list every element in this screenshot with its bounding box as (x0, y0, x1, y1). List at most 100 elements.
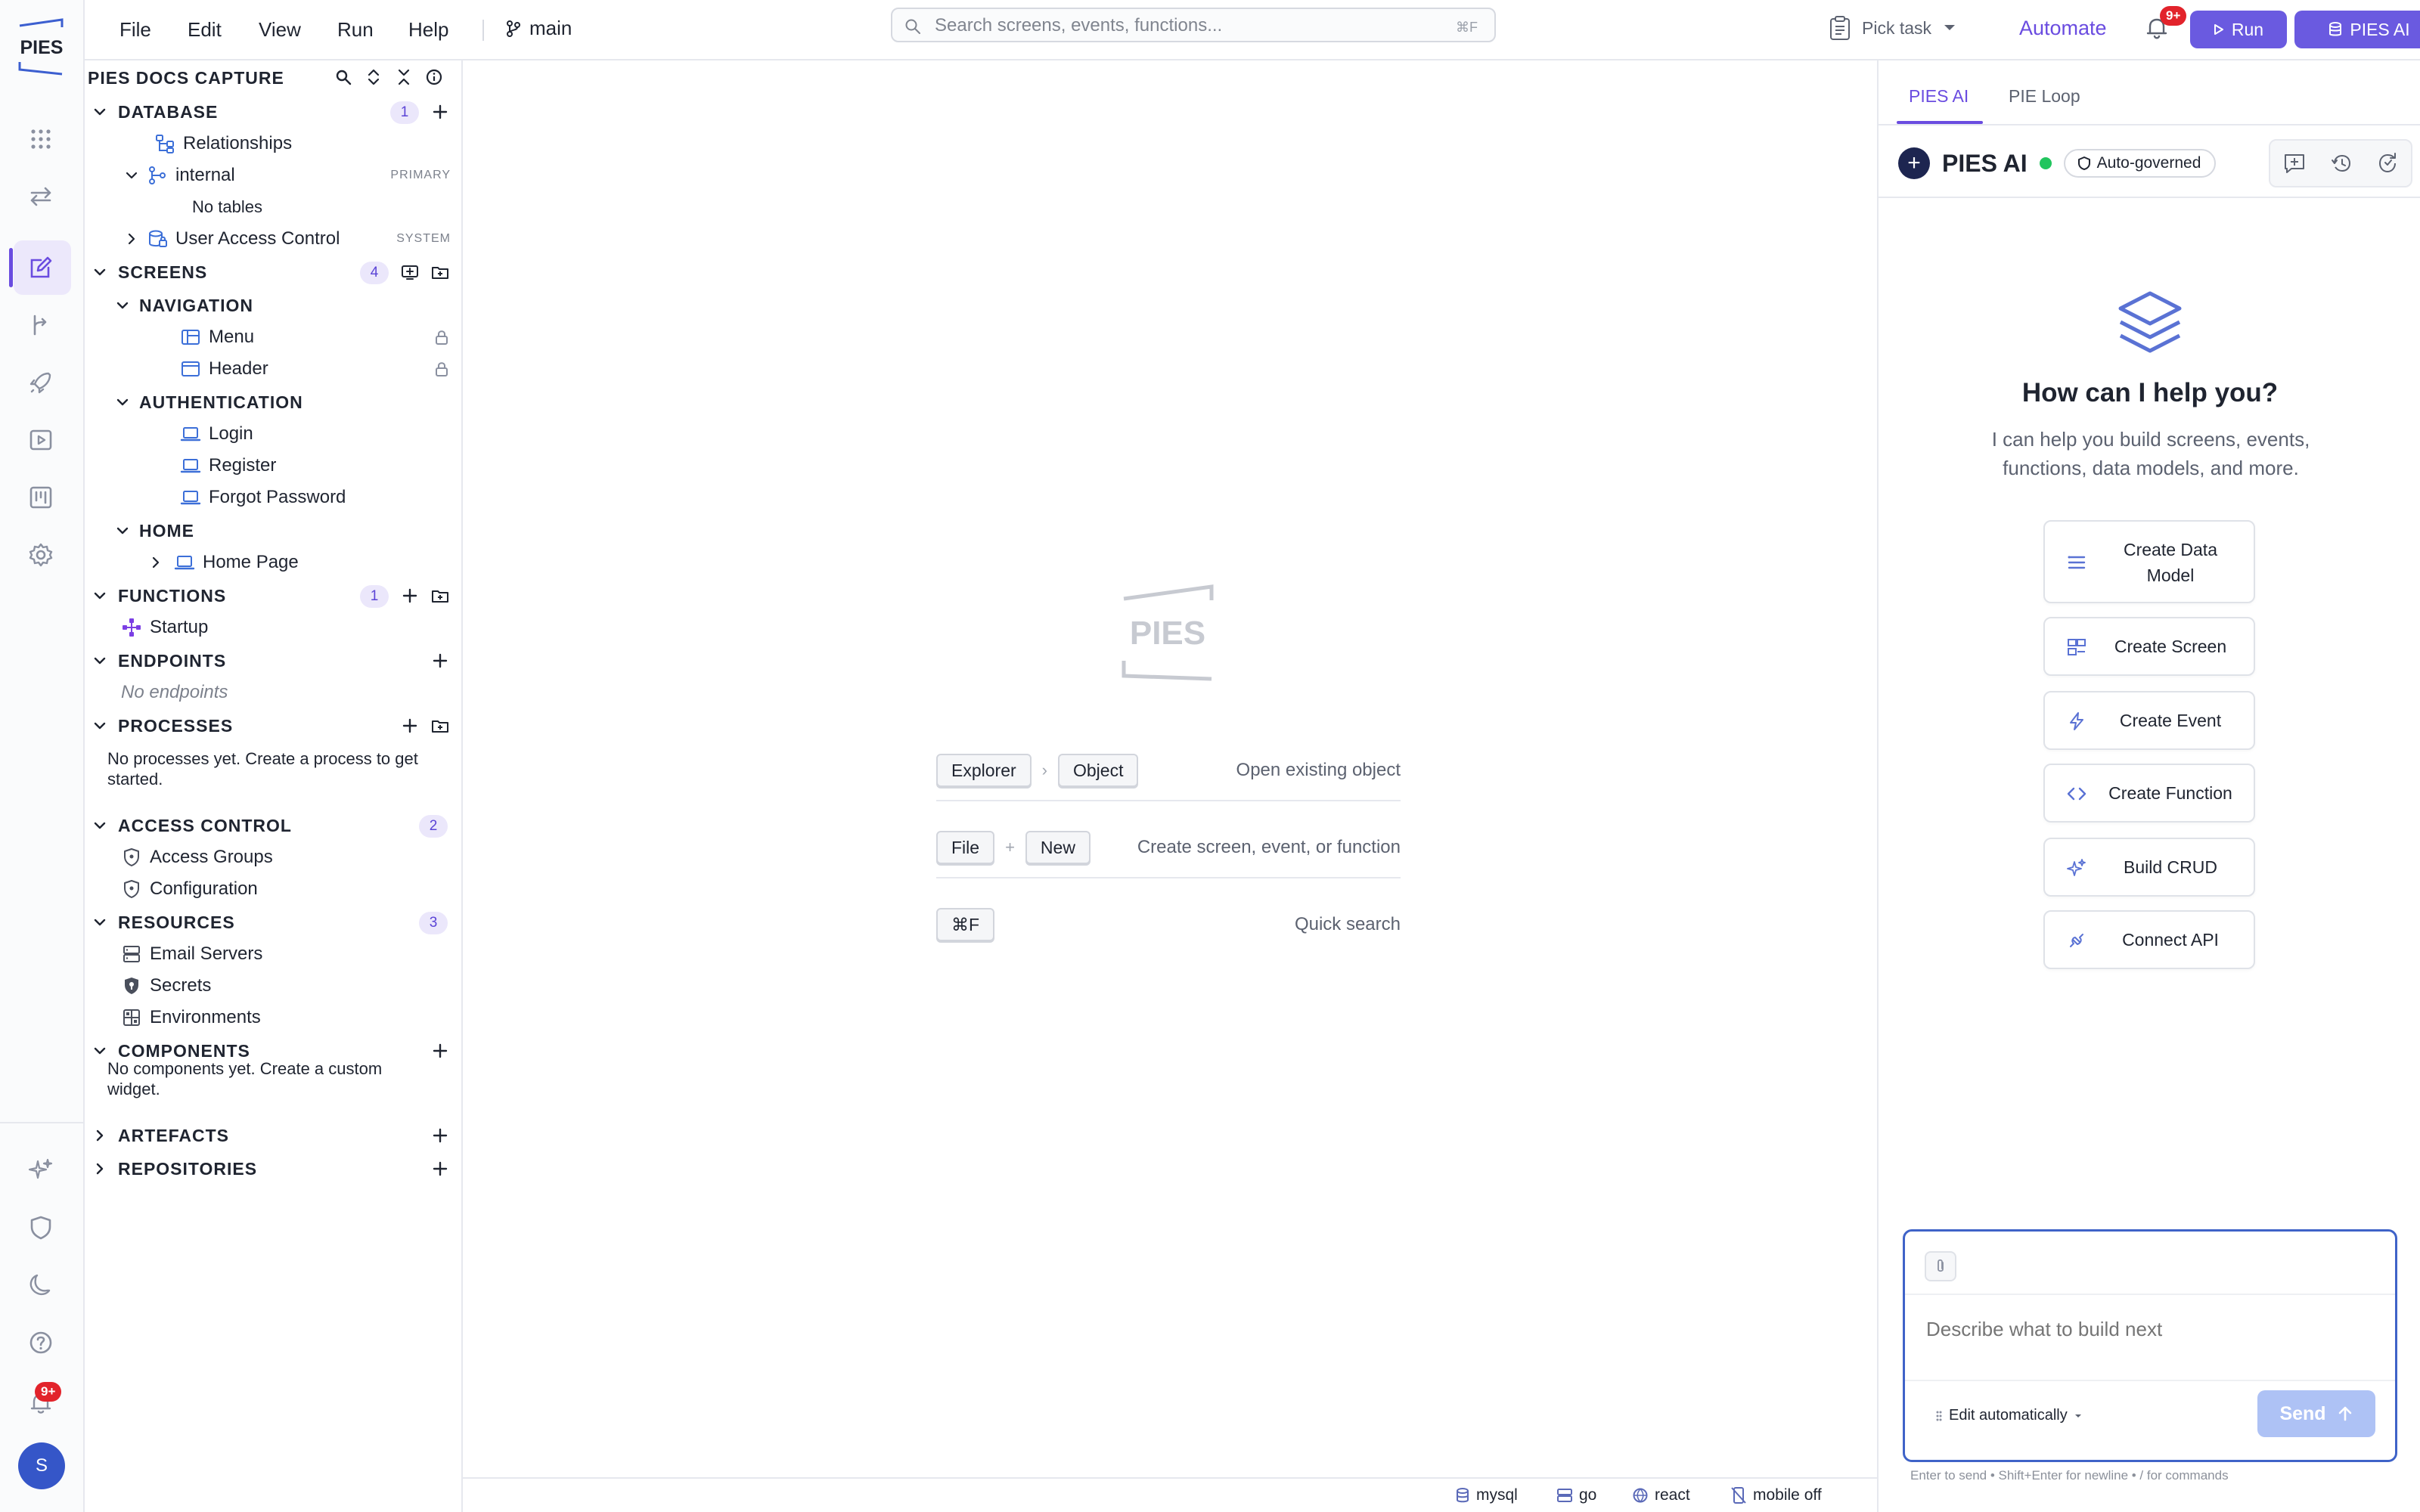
menu-file[interactable]: File (119, 18, 151, 42)
resource-item-secrets[interactable]: Secrets (85, 971, 461, 1001)
action-create-function[interactable]: Create Function (2043, 764, 2255, 823)
action-connect-api[interactable]: Connect API (2043, 910, 2255, 969)
add-process-icon[interactable] (401, 717, 419, 735)
status-database[interactable]: mysql (1455, 1486, 1518, 1504)
action-create-data-model[interactable]: Create Data Model (2043, 520, 2255, 603)
section-resources[interactable]: RESOURCES 3 (85, 907, 461, 937)
menu-help[interactable]: Help (408, 18, 448, 42)
hint-divider (936, 800, 1401, 801)
expand-all-icon[interactable] (365, 68, 383, 86)
search-icon (905, 19, 920, 34)
pies-logo[interactable]: PIES (14, 18, 70, 76)
settings-gear-icon[interactable] (26, 540, 56, 570)
status-backend[interactable]: go (1556, 1486, 1596, 1504)
tree-item-relationships[interactable]: Relationships (85, 129, 461, 159)
search-icon[interactable] (334, 68, 352, 86)
section-functions[interactable]: FUNCTIONS 1 (85, 581, 461, 611)
section-processes-label: PROCESSES (118, 715, 234, 736)
action-create-screen[interactable]: Create Screen (2043, 617, 2255, 676)
add-component-icon[interactable] (431, 1042, 449, 1060)
resource-item-environments[interactable]: Environments (85, 1002, 461, 1033)
attach-file-button[interactable] (1925, 1251, 1956, 1281)
shield-icon (2077, 156, 2090, 170)
hint-separator: › (1041, 761, 1047, 779)
section-access-control[interactable]: ACCESS CONTROL 2 (85, 810, 461, 841)
add-artefact-icon[interactable] (431, 1126, 449, 1145)
status-frontend-label: react (1655, 1486, 1690, 1504)
automate-link[interactable]: Automate (2019, 17, 2107, 40)
moon-theme-icon[interactable] (26, 1270, 56, 1300)
section-processes[interactable]: PROCESSES (85, 711, 461, 741)
info-icon[interactable] (425, 68, 443, 86)
apps-grid-icon[interactable] (26, 124, 56, 154)
send-button[interactable]: Send (2257, 1390, 2375, 1437)
menu-edit[interactable]: Edit (188, 18, 222, 42)
edit-mode-dropdown[interactable]: Edit automatically (1935, 1407, 2083, 1424)
section-repositories[interactable]: REPOSITORIES (85, 1154, 461, 1184)
pick-task-dropdown[interactable]: Pick task (1829, 11, 1957, 45)
function-item-startup[interactable]: Startup (85, 612, 461, 643)
section-screens[interactable]: SCREENS 4 (85, 257, 461, 287)
section-database[interactable]: DATABASE 1 (85, 97, 461, 127)
resource-item-email-servers[interactable]: Email Servers (85, 939, 461, 969)
action-create-event[interactable]: Create Event (2043, 691, 2255, 750)
add-database-icon[interactable] (431, 103, 449, 121)
new-chat-icon[interactable] (2282, 152, 2307, 175)
collapse-all-icon[interactable] (395, 68, 413, 86)
sparkles-icon[interactable] (26, 1155, 56, 1185)
shield-icon[interactable] (26, 1213, 56, 1243)
add-folder-icon[interactable] (431, 587, 449, 605)
access-item-groups[interactable]: Access Groups (85, 842, 461, 872)
help-subtitle: I can help you build screens, events, fu… (1991, 428, 2310, 479)
add-repository-icon[interactable] (431, 1160, 449, 1178)
refresh-history-icon[interactable] (2376, 152, 2399, 175)
section-artefacts[interactable]: ARTEFACTS (85, 1120, 461, 1151)
tab-pies-ai[interactable]: PIES AI (1909, 86, 1969, 107)
history-icon[interactable] (2330, 152, 2353, 175)
group-authentication[interactable]: AUTHENTICATION (85, 387, 461, 417)
kanban-board-icon[interactable] (26, 482, 56, 513)
screen-item-forgot-password[interactable]: Forgot Password (85, 482, 461, 513)
group-home[interactable]: HOME (85, 516, 461, 546)
screen-item-login[interactable]: Login (85, 419, 461, 449)
transfer-arrows-icon[interactable] (26, 181, 56, 212)
action-build-crud[interactable]: Build CRUD (2043, 838, 2255, 897)
chevron-down-icon (94, 919, 106, 926)
screen-item-home-page[interactable]: Home Page (85, 547, 461, 578)
user-avatar[interactable]: S (18, 1442, 65, 1489)
screen-item-menu[interactable]: Menu (85, 322, 461, 352)
play-screen-icon[interactable] (26, 425, 56, 455)
add-endpoint-icon[interactable] (431, 652, 449, 670)
add-function-icon[interactable] (401, 587, 419, 605)
governance-badge[interactable]: Auto-governed (2063, 149, 2217, 178)
run-button[interactable]: Run (2190, 11, 2287, 48)
pies-ai-button[interactable]: PIES AI (2294, 11, 2420, 48)
group-navigation[interactable]: NAVIGATION (85, 290, 461, 321)
menu-view[interactable]: View (259, 18, 301, 42)
add-folder-icon[interactable] (431, 263, 449, 281)
environments-label: Environments (150, 1007, 261, 1027)
screen-register-label: Register (209, 455, 277, 476)
screen-item-header[interactable]: Header (85, 354, 461, 384)
screen-item-register[interactable]: Register (85, 451, 461, 481)
status-mobile[interactable]: mobile off (1730, 1486, 1822, 1504)
global-search-input[interactable]: Search screens, events, functions... ⌘F (891, 8, 1496, 42)
section-endpoints[interactable]: ENDPOINTS (85, 646, 461, 676)
add-screen-icon[interactable] (401, 263, 419, 281)
tree-item-internal-db[interactable]: internal PRIMARY (85, 160, 461, 191)
help-circle-icon[interactable] (26, 1328, 56, 1358)
status-frontend[interactable]: react (1632, 1486, 1690, 1504)
add-folder-icon[interactable] (431, 717, 449, 735)
menu-run[interactable]: Run (337, 18, 374, 42)
tab-pie-loop[interactable]: PIE Loop (2009, 86, 2080, 107)
branch-selector[interactable]: main (505, 17, 572, 40)
git-merge-icon[interactable] (26, 310, 56, 340)
tree-item-user-access-control[interactable]: User Access Control SYSTEM (85, 224, 461, 254)
rocket-icon[interactable] (26, 367, 56, 398)
ai-plus-icon[interactable]: + (1898, 147, 1930, 179)
edit-icon[interactable] (26, 253, 56, 283)
access-item-configuration[interactable]: Configuration (85, 874, 461, 904)
composer-input[interactable] (1926, 1318, 2365, 1341)
section-access-control-label: ACCESS CONTROL (118, 815, 292, 835)
action-create-event-label: Create Event (2119, 711, 2222, 730)
